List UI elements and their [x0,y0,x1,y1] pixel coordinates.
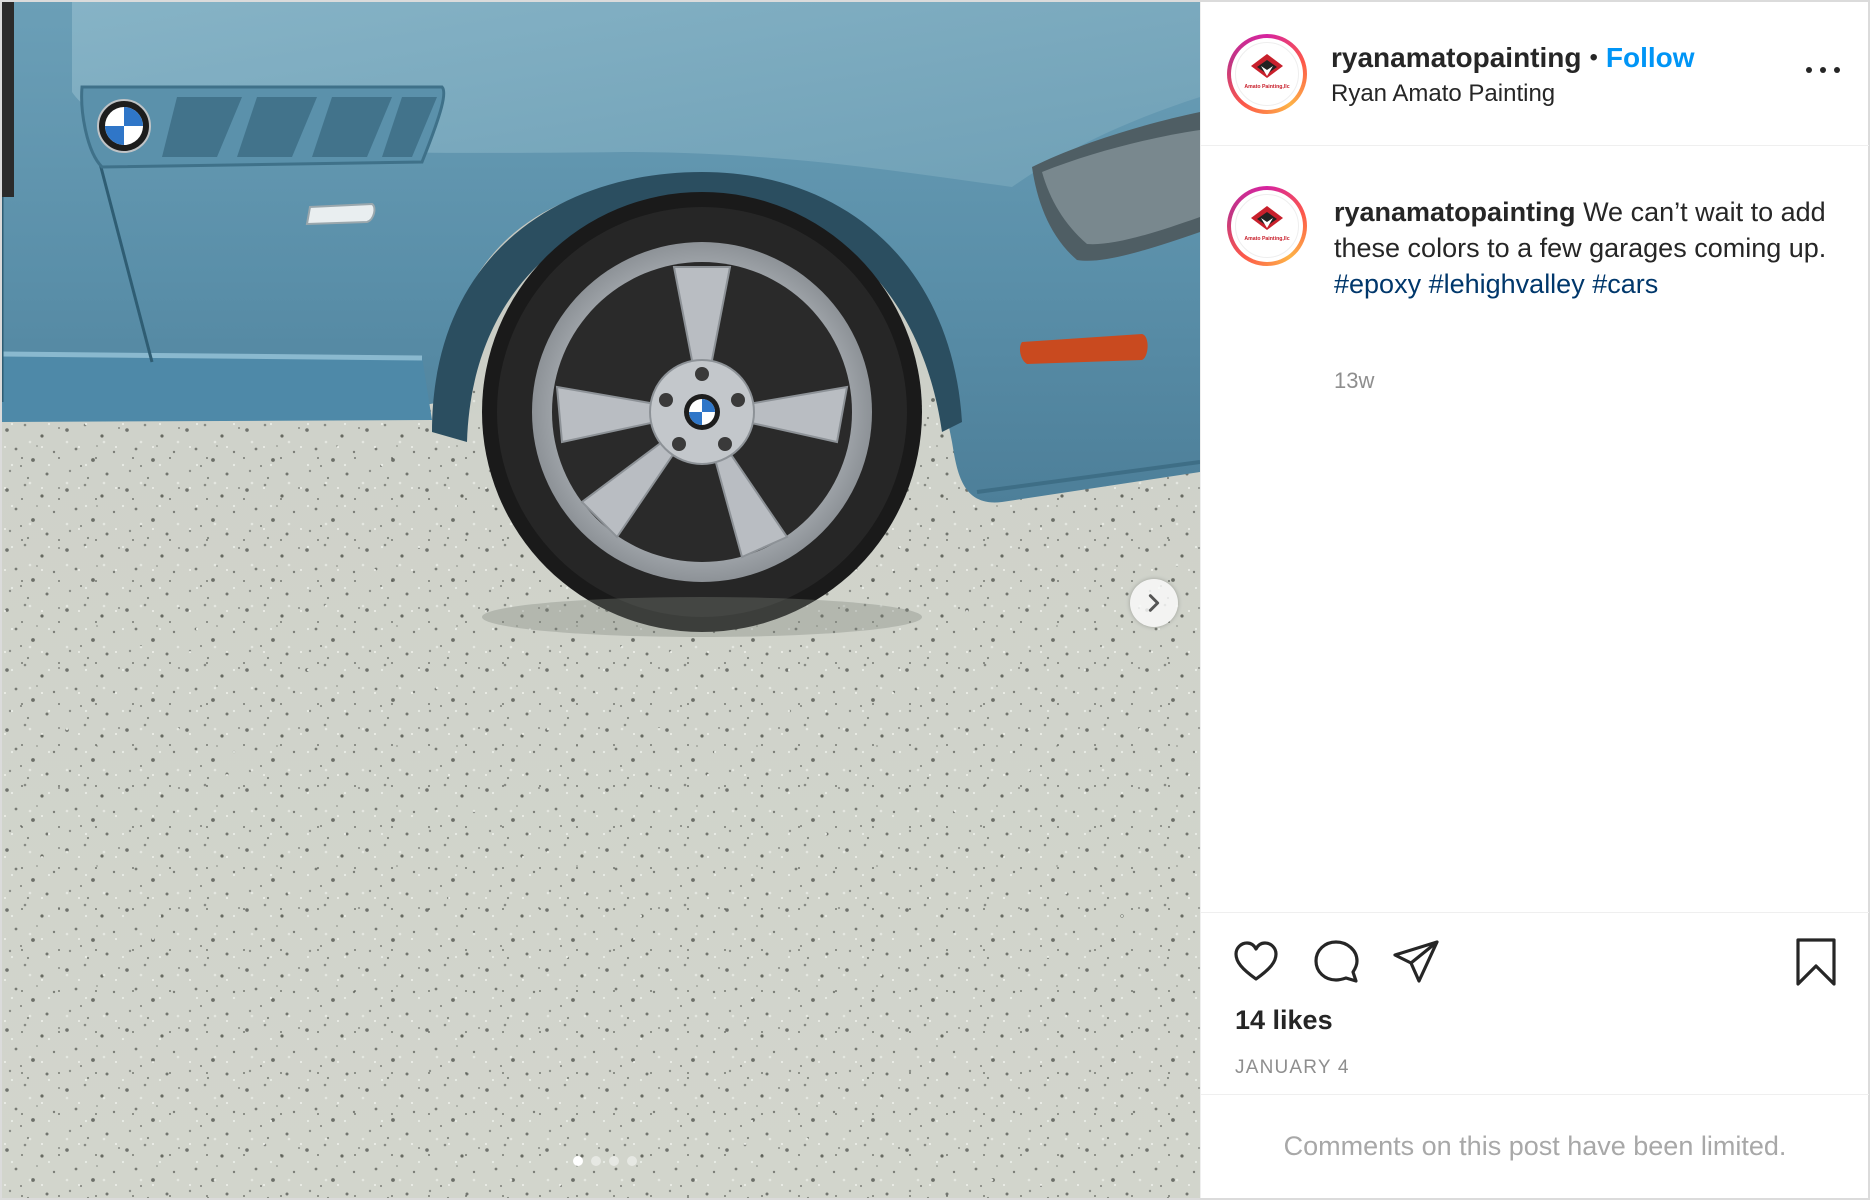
company-logo: Amato Painting,llc [1235,42,1299,106]
header-separator: • [1589,44,1598,71]
carousel-dot [609,1156,619,1166]
instagram-post: Amato Painting,llc ryanamatopainting • F… [0,0,1870,1200]
avatar-logo-text: Amato Painting,llc [1244,236,1289,242]
caption-text: ryanamatopainting We can’t wait to add t… [1334,194,1834,302]
post-caption: Amato Painting,llc ryanamatopainting We … [1201,146,1869,912]
hashtag-link[interactable]: #cars [1592,269,1658,299]
carousel-next-button[interactable] [1130,579,1178,627]
car-photo [2,2,1200,1198]
header-subtitle[interactable]: Ryan Amato Painting [1331,80,1555,108]
comments-limited-notice: Comments on this post have been limited. [1283,1131,1787,1161]
caption-timestamp[interactable]: 13w [1334,368,1374,394]
header-username[interactable]: ryanamatopainting [1331,42,1581,74]
caption-username[interactable]: ryanamatopainting [1334,197,1576,227]
hashtag-link[interactable]: #lehighvalley [1429,269,1585,299]
bookmark-icon [1796,938,1836,986]
company-logo: Amato Painting,llc [1235,194,1299,258]
share-button[interactable] [1391,937,1441,987]
post-date[interactable]: JANUARY 4 [1235,1057,1350,1079]
caption-avatar[interactable]: Amato Painting,llc [1227,186,1307,266]
post-header: Amato Painting,llc ryanamatopainting • F… [1201,2,1869,146]
follow-button[interactable]: Follow [1606,42,1695,74]
carousel-dot [627,1156,637,1166]
avatar-logo-text: Amato Painting,llc [1244,84,1289,90]
more-options-button[interactable] [1806,62,1840,78]
save-button[interactable] [1791,937,1841,987]
comment-icon [1314,940,1359,983]
hashtag-link[interactable]: #epoxy [1334,269,1421,299]
comment-button[interactable] [1311,937,1361,987]
post-side-panel: Amato Painting,llc ryanamatopainting • F… [1200,2,1869,1198]
post-actions: 14 likes JANUARY 4 [1201,912,1869,1094]
carousel-dot [573,1156,583,1166]
likes-count[interactable]: 14 likes [1235,1005,1333,1036]
like-button[interactable] [1231,937,1281,987]
more-horizontal-icon [1806,67,1812,73]
heart-icon [1234,941,1278,981]
share-icon [1393,940,1439,983]
carousel-dot [591,1156,601,1166]
avatar[interactable]: Amato Painting,llc [1227,34,1307,114]
post-media[interactable] [2,2,1200,1198]
comments-section: Comments on this post have been limited. [1201,1094,1869,1198]
chevron-right-icon [1148,594,1160,612]
carousel-indicator [2,1156,1200,1166]
